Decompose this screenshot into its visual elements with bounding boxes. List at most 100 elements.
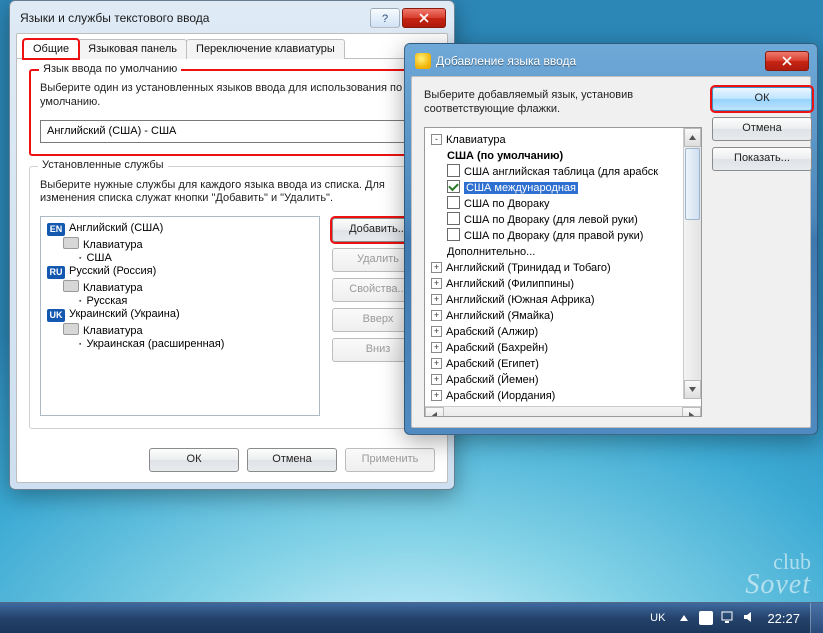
layout-check-item[interactable]: США по Двораку (для правой руки) (447, 228, 697, 244)
keyboard-node[interactable]: КлавиатураУкраинская (расширенная) (63, 323, 315, 350)
cancel-button[interactable]: Отмена (247, 448, 337, 472)
layout-check-item[interactable]: США по Двораку (для левой руки) (447, 212, 697, 228)
layout-default-node[interactable]: США (по умолчанию) (447, 148, 697, 164)
language-collapsed-node[interactable]: +Английский (Ямайка) (431, 308, 697, 324)
tray-show-hidden-icon[interactable] (677, 611, 691, 625)
ok-button[interactable]: ОК (149, 448, 239, 472)
layout-check-item[interactable]: США английская таблица (для арабск (447, 164, 697, 180)
preview-button[interactable]: Показать... (712, 147, 812, 171)
keyboard-icon (63, 237, 79, 249)
expand-icon[interactable]: + (431, 390, 442, 401)
language-collapsed-node[interactable]: +Английский (Тринидад и Тобаго) (431, 260, 697, 276)
checkbox[interactable] (447, 228, 460, 241)
language-badge-icon: EN (47, 223, 65, 236)
keyboard-root-node[interactable]: -КлавиатураСША (по умолчанию)США английс… (431, 132, 697, 260)
expand-icon[interactable]: + (431, 326, 442, 337)
installed-services-group: Установленные службы Выберите нужные слу… (29, 166, 435, 430)
language-collapsed-node[interactable]: +Арабский (Йемен) (431, 372, 697, 388)
layout-node[interactable]: Украинская (расширенная) (79, 338, 315, 350)
svg-text:?: ? (382, 13, 388, 23)
tab-general[interactable]: Общие (23, 39, 79, 59)
layout-check-item[interactable]: США международная (447, 180, 697, 196)
language-collapsed-node[interactable]: +Арабский (Египет) (431, 356, 697, 372)
language-badge-icon: UK (47, 309, 65, 322)
scroll-thumb[interactable] (685, 148, 700, 220)
layout-label: США по Двораку (для левой руки) (464, 214, 638, 226)
services-tree[interactable]: ENАнглийский (США)КлавиатураСШАRUРусский… (40, 216, 320, 416)
default-language-value: Английский (США) - США (41, 125, 406, 137)
language-collapsed-node[interactable]: +Английский (Южная Африка) (431, 292, 697, 308)
expand-icon[interactable]: + (431, 310, 442, 321)
window-icon (415, 53, 431, 69)
collapse-icon[interactable]: - (431, 134, 442, 145)
tabs: Общие Языковая панель Переключение клави… (17, 38, 447, 59)
taskbar: UK 22:27 (0, 602, 823, 633)
expand-icon[interactable]: + (431, 278, 442, 289)
tab-keyboard-switch[interactable]: Переключение клавиатуры (186, 39, 345, 59)
language-collapsed-node[interactable]: +Арабский (Иордания) (431, 388, 697, 404)
keyboard-icon (63, 280, 79, 292)
close-button[interactable] (402, 8, 446, 28)
language-tree[interactable]: -КлавиатураСША (по умолчанию)США английс… (424, 127, 702, 418)
default-language-legend: Язык ввода по умолчанию (39, 63, 181, 75)
tray-language-indicator[interactable]: UK (646, 610, 669, 626)
installed-services-legend: Установленные службы (38, 159, 168, 171)
expand-icon[interactable]: + (431, 294, 442, 305)
scroll-right-icon[interactable] (682, 407, 701, 417)
layout-more-node[interactable]: Дополнительно... (447, 244, 697, 260)
expand-icon[interactable]: + (431, 342, 442, 353)
default-language-combo[interactable]: Английский (США) - США (40, 120, 426, 143)
apply-button: Применить (345, 448, 435, 472)
default-language-desc: Выберите один из установленных языков вв… (40, 82, 424, 110)
tray-action-center-icon[interactable] (699, 611, 713, 625)
horizontal-scrollbar[interactable] (425, 406, 701, 417)
checkbox[interactable] (447, 196, 460, 209)
tray-network-icon[interactable] (721, 611, 735, 626)
layout-label: США по Двораку (для правой руки) (464, 230, 643, 242)
show-desktop-button[interactable] (810, 603, 823, 633)
checkbox[interactable] (447, 164, 460, 177)
expand-icon[interactable]: + (431, 262, 442, 273)
add-input-language-window: Добавление языка ввода Выберите добавляе… (404, 43, 818, 435)
titlebar[interactable]: Добавление языка ввода (411, 50, 811, 76)
layout-node[interactable]: Русская (79, 295, 315, 307)
scroll-up-icon[interactable] (684, 128, 701, 147)
default-language-group: Язык ввода по умолчанию Выберите один из… (29, 69, 435, 156)
layout-label: США английская таблица (для арабск (464, 166, 658, 178)
installed-services-desc: Выберите нужные службы для каждого языка… (40, 179, 424, 207)
language-collapsed-node[interactable]: +Арабский (Бахрейн) (431, 340, 697, 356)
add-language-desc: Выберите добавляемый язык, установив соо… (424, 89, 702, 117)
system-tray: UK 22:27 (636, 610, 810, 626)
checkbox[interactable] (447, 180, 460, 193)
language-badge-icon: RU (47, 266, 65, 279)
tray-clock[interactable]: 22:27 (767, 611, 800, 626)
close-button[interactable] (765, 51, 809, 71)
vertical-scrollbar[interactable] (683, 128, 701, 400)
layout-label: США международная (464, 182, 578, 194)
tab-language-bar[interactable]: Языковая панель (78, 39, 187, 59)
expand-icon[interactable]: + (431, 358, 442, 369)
keyboard-node[interactable]: КлавиатураСША (63, 237, 315, 264)
layout-label: США по Двораку (464, 198, 550, 210)
scroll-down-icon[interactable] (684, 380, 701, 399)
language-node[interactable]: ENАнглийский (США)КлавиатураСША (47, 222, 315, 264)
cancel-button[interactable]: Отмена (712, 117, 812, 141)
titlebar[interactable]: Языки и службы текстового ввода ? (16, 7, 448, 33)
keyboard-icon (63, 323, 79, 335)
help-button[interactable]: ? (370, 8, 400, 28)
tray-volume-icon[interactable] (743, 611, 755, 626)
layout-node[interactable]: США (79, 252, 315, 264)
language-node[interactable]: UKУкраинский (Украина)КлавиатураУкраинск… (47, 308, 315, 350)
language-collapsed-node[interactable]: +Арабский (Алжир) (431, 324, 697, 340)
window-title: Добавление языка ввода (436, 54, 765, 68)
language-node[interactable]: RUРусский (Россия)КлавиатураРусская (47, 265, 315, 307)
checkbox[interactable] (447, 212, 460, 225)
text-services-window: Языки и службы текстового ввода ? Общие … (9, 0, 455, 490)
window-title: Языки и службы текстового ввода (20, 11, 370, 25)
layout-check-item[interactable]: США по Двораку (447, 196, 697, 212)
language-collapsed-node[interactable]: +Английский (Филиппины) (431, 276, 697, 292)
ok-button[interactable]: ОК (712, 87, 812, 111)
keyboard-node[interactable]: КлавиатураРусская (63, 280, 315, 307)
scroll-left-icon[interactable] (425, 407, 444, 417)
expand-icon[interactable]: + (431, 374, 442, 385)
